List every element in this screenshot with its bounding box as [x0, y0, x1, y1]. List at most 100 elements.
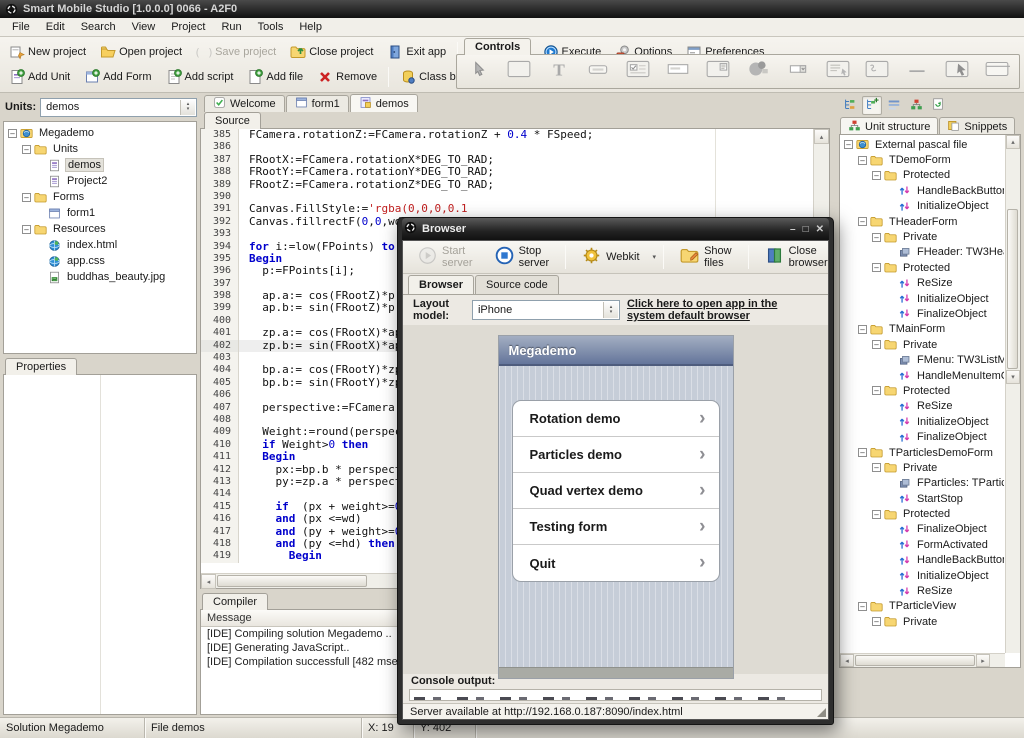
structure-view-button[interactable]	[906, 96, 926, 115]
unit-structure-item-finalizeobject[interactable]: FinalizeObject	[840, 522, 1004, 537]
collapse-tree-button[interactable]	[840, 96, 860, 115]
control-listmenu[interactable]: ListMenu	[818, 56, 858, 87]
project-tree-item-index-html[interactable]: index.html	[4, 237, 196, 253]
remove-button[interactable]: Remove	[310, 65, 384, 89]
units-combobox-spinner[interactable]: ▴▾	[180, 100, 195, 115]
menu-edit[interactable]: Edit	[38, 19, 73, 35]
control-checkbox[interactable]: Checkbox	[618, 56, 658, 87]
control-toolbar[interactable]: Toolbar	[857, 56, 897, 87]
phone-menu-item-testing-form[interactable]: Testing form›	[513, 509, 719, 545]
unit-structure-item-handlemenuitemclicked[interactable]: HandleMenuItemClicked	[840, 368, 1004, 383]
scroll-down-icon[interactable]: ▾	[1006, 370, 1020, 384]
collapse-expander-icon[interactable]: –	[872, 171, 881, 180]
properties-tab[interactable]: Properties	[5, 358, 77, 375]
console-output-box[interactable]	[409, 689, 822, 701]
editor-tab-welcome[interactable]: Welcome	[204, 95, 285, 112]
unit-structure-item-resize[interactable]: ReSize	[840, 399, 1004, 414]
collapse-expander-icon[interactable]: –	[858, 448, 867, 457]
layout-model-combobox[interactable]: iPhone ▴▾	[472, 300, 620, 320]
new-project-button[interactable]: New project	[2, 40, 93, 64]
collapse-expander-icon[interactable]: –	[858, 156, 867, 165]
exit-app-button[interactable]: Exit app	[380, 40, 453, 64]
project-tree-item-units[interactable]: –Units	[4, 141, 196, 157]
add-script-button[interactable]: Add script	[159, 65, 241, 89]
control-image[interactable]: Image	[937, 56, 977, 87]
project-tree-item-app-css[interactable]: app.css	[4, 253, 196, 269]
scroll-left-icon[interactable]: ◂	[840, 654, 854, 667]
unit-structure-item-private[interactable]: –Private	[840, 460, 1004, 475]
scrollbar-thumb[interactable]	[217, 575, 367, 587]
unit-structure-item-fheader-tw3headercontro[interactable]: FHeader: TW3HeaderContro	[840, 245, 1004, 260]
collapse-expander-icon[interactable]: –	[872, 617, 881, 626]
control-memo[interactable]: Memo	[698, 56, 738, 87]
collapse-expander-icon[interactable]: –	[872, 233, 881, 242]
stop-server-button[interactable]: Stop server	[485, 244, 560, 271]
menu-help[interactable]: Help	[291, 19, 330, 35]
collapse-expander-icon[interactable]: –	[872, 463, 881, 472]
unit-structure-item-protected[interactable]: –Protected	[840, 168, 1004, 183]
browser-titlebar[interactable]: Browser – □ ✕	[402, 218, 829, 240]
controls-tab[interactable]: Controls	[464, 38, 531, 55]
collapse-expander-icon[interactable]: –	[22, 145, 31, 154]
units-combobox[interactable]: demos ▴▾	[40, 98, 197, 117]
collapse-expander-icon[interactable]: –	[858, 602, 867, 611]
collapse-expander-icon[interactable]: –	[872, 263, 881, 272]
tab-snippets[interactable]: Snippets	[939, 117, 1015, 135]
unit-structure-item-private[interactable]: –Private	[840, 229, 1004, 244]
webkit-dropdown-button[interactable]: ▾	[652, 244, 658, 271]
close-project-button[interactable]: Close project	[283, 40, 380, 64]
unit-structure-item-formactivated[interactable]: FormActivated	[840, 537, 1004, 552]
maximize-icon[interactable]: □	[803, 224, 809, 235]
control-editbox[interactable]: EditBox	[658, 56, 698, 87]
menu-tools[interactable]: Tools	[250, 19, 292, 35]
unit-structure-item-finalizeobject[interactable]: FinalizeObject	[840, 306, 1004, 321]
open-in-default-browser-link[interactable]: Click here to open app in the system def…	[627, 298, 818, 322]
unit-structure-item-initializeobject[interactable]: InitializeObject	[840, 291, 1004, 306]
scroll-left-icon[interactable]: ◂	[201, 574, 216, 589]
unit-structure-item-external-pascal-file[interactable]: –External pascal file	[840, 137, 1004, 152]
scrollbar-thumb[interactable]	[1007, 209, 1018, 369]
unit-structure-item-resize[interactable]: ReSize	[840, 583, 1004, 598]
unit-structure-item-theaderform[interactable]: –THeaderForm	[840, 214, 1004, 229]
control-panel[interactable]: Panel	[499, 56, 539, 87]
editor-tab-demos[interactable]: demos	[350, 94, 418, 112]
show-files-button[interactable]: Show files	[670, 244, 742, 271]
scroll-up-icon[interactable]: ▴	[1006, 135, 1020, 149]
project-tree-item-demos[interactable]: demos	[4, 157, 196, 173]
unit-structure-item-handlebackbuttonclicked[interactable]: HandleBackButtonClicked	[840, 183, 1004, 198]
unit-structure-item-handlebackbuttonclicked[interactable]: HandleBackButtonClicked	[840, 553, 1004, 568]
collapse-expander-icon[interactable]: –	[858, 217, 867, 226]
collapse-expander-icon[interactable]: –	[872, 510, 881, 519]
unit-structure-item-finalizeobject[interactable]: FinalizeObject	[840, 429, 1004, 444]
project-tree-item-form1[interactable]: form1	[4, 205, 196, 221]
unit-structure-item-protected[interactable]: –Protected	[840, 383, 1004, 398]
menu-file[interactable]: File	[4, 19, 38, 35]
menu-project[interactable]: Project	[163, 19, 213, 35]
sort-list-button[interactable]	[884, 96, 904, 115]
unit-structure-item-tparticleview[interactable]: –TParticleView	[840, 599, 1004, 614]
phone-menu-item-particles-demo[interactable]: Particles demo›	[513, 437, 719, 473]
unit-structure-item-initializeobject[interactable]: InitializeObject	[840, 568, 1004, 583]
collapse-expander-icon[interactable]: –	[8, 129, 17, 138]
unit-structure-item-resize[interactable]: ReSize	[840, 276, 1004, 291]
unit-structure-item-fmenu-tw3listmenu[interactable]: FMenu: TW3ListMenu	[840, 352, 1004, 367]
phone-menu-item-quit[interactable]: Quit›	[513, 545, 719, 581]
unit-structure-item-protected[interactable]: –Protected	[840, 506, 1004, 521]
control-label[interactable]: TLabel	[539, 56, 579, 87]
unit-structure-item-fparticles-tparticleview[interactable]: FParticles: TParticleView	[840, 476, 1004, 491]
tree-horizontal-scrollbar[interactable]: ◂ ▸	[840, 653, 1005, 667]
minimize-icon[interactable]: –	[790, 224, 796, 235]
phone-menu-item-rotation-demo[interactable]: Rotation demo›	[513, 401, 719, 437]
collapse-expander-icon[interactable]: –	[858, 325, 867, 334]
collapse-expander-icon[interactable]: –	[22, 193, 31, 202]
browser-tab-source-code[interactable]: Source code	[475, 275, 559, 294]
webkit-button[interactable]: Webkit	[572, 244, 649, 271]
source-tab[interactable]: Source	[204, 112, 261, 129]
project-tree-item-buddhas-beauty-jpg[interactable]: buddhas_beauty.jpg	[4, 269, 196, 285]
collapse-expander-icon[interactable]: –	[872, 340, 881, 349]
project-tree-item-project2[interactable]: Project2	[4, 173, 196, 189]
unit-structure-item-protected[interactable]: –Protected	[840, 260, 1004, 275]
open-project-button[interactable]: Open project	[93, 40, 189, 64]
unit-structure-item-tparticlesdemoform[interactable]: –TParticlesDemoForm	[840, 445, 1004, 460]
unit-structure-item-startstop[interactable]: StartStop	[840, 491, 1004, 506]
